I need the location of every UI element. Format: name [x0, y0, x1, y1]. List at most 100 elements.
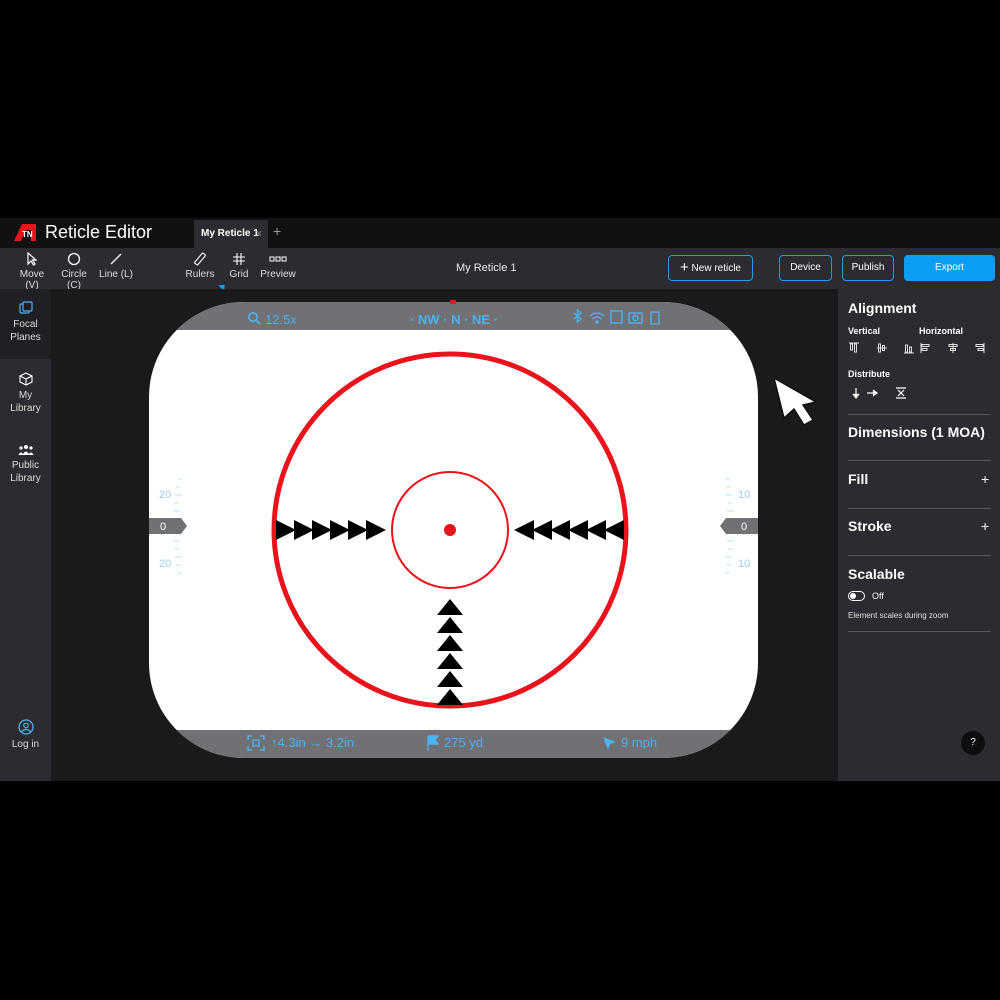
line-tool-label: Line (L): [99, 269, 133, 280]
tab-close-icon[interactable]: ×: [256, 220, 262, 248]
alignment-buttons: [849, 342, 985, 354]
sidebar-item-public-library[interactable]: Public Library: [0, 444, 51, 485]
rulers-tool-button[interactable]: Rulers: [184, 252, 216, 280]
line-tool-button[interactable]: Line (L): [98, 252, 134, 280]
svg-text:TN: TN: [22, 230, 33, 239]
scope-view[interactable]: 12.5x · NW · N · NE · 0 20 20 0 10 10 ↑4…: [51, 289, 838, 781]
user-circle-icon: [17, 719, 34, 735]
scalable-heading: Scalable: [848, 566, 905, 582]
distribute-label: Distribute: [848, 369, 891, 379]
wind-value: 9 mph: [621, 735, 657, 750]
sidebar-label: Planes: [10, 332, 41, 343]
publish-button[interactable]: Publish: [842, 255, 894, 281]
login-button[interactable]: Log in: [0, 719, 51, 751]
distance-value: 275 yd: [444, 735, 483, 750]
sidebar-item-focal-planes[interactable]: Focal Planes: [0, 289, 51, 359]
north-marker: [450, 300, 456, 304]
circle-tool-button[interactable]: Circle (C): [53, 252, 95, 291]
divider: [848, 555, 991, 556]
login-label: Log in: [11, 739, 40, 750]
right-scale-bottom: 10: [738, 558, 750, 570]
left-scale-top: 20: [159, 489, 171, 501]
mouse-cursor-icon: [772, 376, 819, 427]
offset-value: ↑4.3in → 3.2in: [271, 735, 354, 750]
layers-icon: [18, 301, 33, 314]
ruler-icon: [194, 252, 206, 266]
compass: · NW · N · NE ·: [410, 312, 498, 327]
sidebar-label: Library: [10, 473, 41, 484]
distribute-vertical-icon[interactable]: [852, 388, 860, 399]
fill-add-button[interactable]: +: [981, 471, 989, 487]
align-center-icon[interactable]: [948, 343, 958, 353]
document-title: My Reticle 1: [456, 262, 517, 274]
align-middle-icon[interactable]: [877, 343, 887, 353]
zoom-value: 12.5x: [265, 312, 297, 327]
wifi-dot: [595, 320, 599, 324]
pointer-icon: [27, 252, 38, 266]
export-button[interactable]: Export: [904, 255, 995, 281]
align-left-icon[interactable]: [920, 343, 930, 353]
divider: [848, 631, 991, 632]
device-button[interactable]: Device: [779, 255, 832, 281]
scalable-toggle[interactable]: [848, 591, 865, 601]
dimensions-heading[interactable]: Dimensions (1 MOA): [848, 424, 985, 440]
alignment-heading: Alignment: [848, 300, 917, 316]
sidebar-label: Focal: [13, 319, 38, 330]
distribute-buttons: [852, 387, 906, 399]
align-top-icon[interactable]: [849, 342, 859, 353]
left-scale-bottom: 20: [159, 558, 171, 570]
new-reticle-button[interactable]: + New reticle: [668, 255, 753, 281]
circle-tool-label: Circle (C): [61, 269, 87, 291]
tab-label: My Reticle 1: [201, 228, 259, 239]
sidebar-label: My: [18, 390, 33, 401]
preview-icon: [269, 256, 287, 262]
divider: [848, 414, 991, 415]
sidebar-item-my-library[interactable]: My Library: [0, 372, 51, 415]
box-icon: [18, 372, 33, 386]
toolbar: Move (V) Circle (C) Line (L) Rulers Grid: [0, 248, 1000, 292]
title-bar: TN Reticle Editor My Reticle 1 × +: [0, 218, 1000, 248]
divider: [848, 508, 991, 509]
stroke-add-button[interactable]: +: [981, 518, 989, 534]
rulers-tool-label: Rulers: [185, 269, 215, 280]
atn-logo: TN: [14, 224, 36, 241]
add-tab-button[interactable]: +: [273, 223, 281, 239]
distribute-horizontal-icon[interactable]: [867, 389, 879, 397]
left-sidebar: Focal Planes My Library Public Library L…: [0, 289, 51, 781]
distribute-spacing-icon[interactable]: [896, 387, 906, 399]
reticle-canvas[interactable]: 12.5x · NW · N · NE · 0 20 20 0 10 10 ↑4…: [51, 289, 838, 781]
help-button[interactable]: ?: [961, 731, 985, 755]
fill-heading[interactable]: Fill: [848, 471, 868, 487]
left-scale-center: 0: [160, 521, 166, 533]
scalable-state: Off: [872, 591, 884, 601]
horizontal-label: Horizontal: [919, 326, 963, 336]
tab-my-reticle-1[interactable]: My Reticle 1 ×: [194, 220, 268, 248]
move-tool-button[interactable]: Move (V): [12, 252, 52, 291]
vertical-label: Vertical: [848, 326, 881, 336]
center-dot[interactable]: [444, 524, 456, 536]
scalable-description: Element scales during zoom: [848, 611, 949, 620]
toggle-knob: [850, 593, 856, 599]
properties-panel: Alignment Vertical Horizontal Distribute…: [838, 289, 1000, 781]
stroke-heading[interactable]: Stroke: [848, 518, 892, 534]
line-icon: [110, 253, 122, 265]
grid-icon: [233, 253, 245, 265]
sidebar-label: Library: [10, 403, 41, 414]
grid-tool-button[interactable]: Grid: [226, 252, 252, 280]
app-title: Reticle Editor: [45, 222, 153, 242]
align-right-icon[interactable]: [975, 343, 985, 353]
people-icon: [18, 445, 33, 455]
right-scale-top: 10: [738, 489, 750, 501]
circle-icon: [67, 252, 81, 266]
new-reticle-label: New reticle: [691, 263, 741, 274]
right-scale-center: 0: [741, 521, 747, 533]
align-bottom-icon[interactable]: [904, 344, 914, 354]
preview-tool-label: Preview: [260, 269, 296, 280]
grid-tool-label: Grid: [229, 269, 249, 280]
divider: [848, 460, 991, 461]
preview-tool-button[interactable]: Preview: [258, 252, 298, 280]
sidebar-label: Public: [11, 460, 40, 471]
app-window: TN Reticle Editor My Reticle 1 × + Move …: [0, 218, 1000, 781]
move-tool-label: Move (V): [19, 269, 45, 291]
plus-icon: +: [679, 259, 689, 276]
